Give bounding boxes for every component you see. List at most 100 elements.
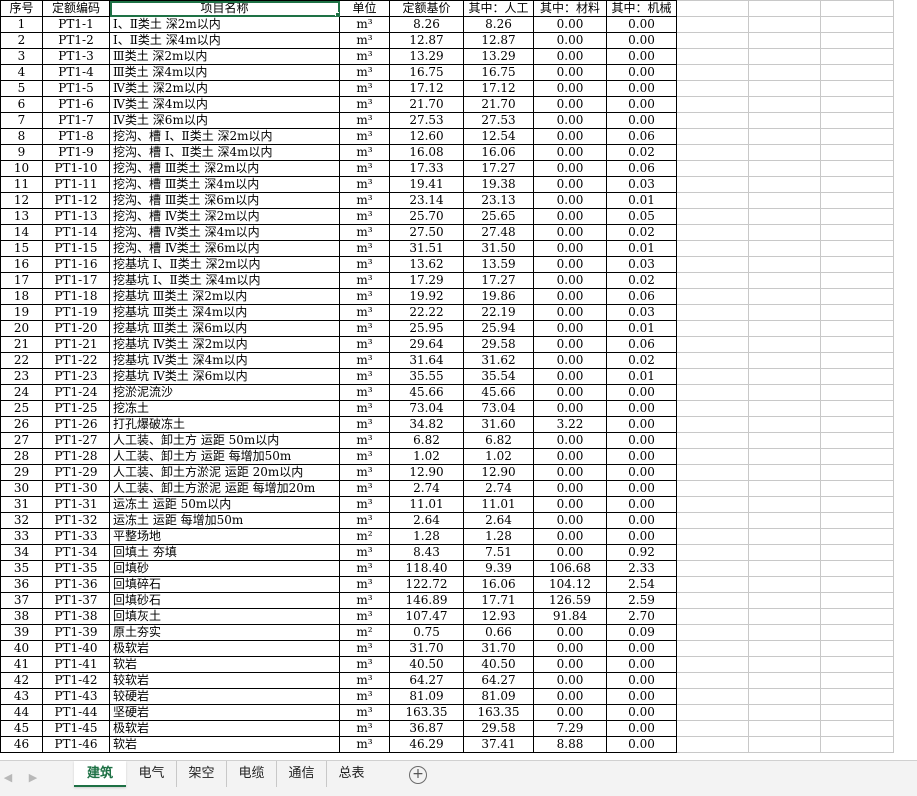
cell-unit[interactable]: m³ (339, 96, 390, 113)
empty-cell[interactable] (820, 560, 894, 577)
cell-labor[interactable]: 13.29 (463, 48, 534, 65)
cell-unit[interactable]: m³ (339, 272, 390, 289)
cell-material[interactable]: 0.00 (533, 240, 607, 257)
cell-labor[interactable]: 19.38 (463, 176, 534, 193)
cell-labor[interactable]: 21.70 (463, 96, 534, 113)
empty-cell[interactable] (820, 528, 894, 545)
empty-cell[interactable] (748, 656, 821, 673)
cell-base-price[interactable]: 27.53 (389, 112, 464, 129)
cell-base-price[interactable]: 12.60 (389, 128, 464, 145)
cell-labor[interactable]: 45.66 (463, 384, 534, 401)
cell-base-price[interactable]: 8.26 (389, 16, 464, 33)
empty-cell[interactable] (748, 528, 821, 545)
cell-base-price[interactable]: 81.09 (389, 688, 464, 705)
empty-cell[interactable] (820, 240, 894, 257)
cell-material[interactable]: 0.00 (533, 176, 607, 193)
cell-unit[interactable]: m³ (339, 288, 390, 305)
cell-labor[interactable]: 35.54 (463, 368, 534, 385)
cell-material[interactable]: 0.00 (533, 80, 607, 97)
cell-code[interactable]: PT1-11 (42, 176, 110, 193)
cell-base-price[interactable]: 6.82 (389, 432, 464, 449)
empty-cell[interactable] (820, 192, 894, 209)
cell-material[interactable]: 0.00 (533, 480, 607, 497)
empty-cell[interactable] (748, 224, 821, 241)
cell-labor[interactable]: 17.12 (463, 80, 534, 97)
empty-cell[interactable] (820, 112, 894, 129)
cell-code[interactable]: PT1-38 (42, 608, 110, 625)
empty-cell[interactable] (820, 0, 894, 17)
cell-labor[interactable]: 12.93 (463, 608, 534, 625)
cell-material[interactable]: 0.00 (533, 688, 607, 705)
empty-cell[interactable] (748, 0, 821, 17)
cell-labor[interactable]: 16.06 (463, 576, 534, 593)
empty-cell[interactable] (676, 544, 749, 561)
empty-cell[interactable] (676, 32, 749, 49)
empty-cell[interactable] (820, 224, 894, 241)
cell-material[interactable]: 0.00 (533, 640, 607, 657)
empty-cell[interactable] (748, 160, 821, 177)
cell-machine[interactable]: 0.02 (606, 224, 677, 241)
cell-code[interactable]: PT1-42 (42, 672, 110, 689)
empty-cell[interactable] (820, 336, 894, 353)
empty-cell[interactable] (820, 736, 894, 753)
cell-code[interactable]: PT1-18 (42, 288, 110, 305)
empty-cell[interactable] (676, 96, 749, 113)
empty-cell[interactable] (748, 352, 821, 369)
cell-unit[interactable]: m³ (339, 512, 390, 529)
empty-cell[interactable] (748, 672, 821, 689)
cell-base-price[interactable]: 23.14 (389, 192, 464, 209)
empty-cell[interactable] (676, 656, 749, 673)
cell-base-price[interactable]: 163.35 (389, 704, 464, 721)
cell-labor[interactable]: 13.59 (463, 256, 534, 273)
cell-material[interactable]: 7.29 (533, 720, 607, 737)
empty-cell[interactable] (676, 592, 749, 609)
cell-material[interactable]: 0.00 (533, 512, 607, 529)
cell-index[interactable]: 28 (0, 448, 43, 465)
cell-name[interactable]: 挖沟、槽 Ⅳ类土 深4m以内 (109, 224, 340, 241)
cell-machine[interactable]: 2.33 (606, 560, 677, 577)
cell-labor[interactable]: 1.28 (463, 528, 534, 545)
empty-cell[interactable] (748, 640, 821, 657)
cell-labor[interactable]: 19.86 (463, 288, 534, 305)
cell-unit[interactable]: m³ (339, 496, 390, 513)
cell-labor[interactable]: 23.13 (463, 192, 534, 209)
cell-unit[interactable]: m³ (339, 352, 390, 369)
cell-base-price[interactable]: 17.12 (389, 80, 464, 97)
empty-cell[interactable] (820, 544, 894, 561)
cell-labor[interactable]: 16.75 (463, 64, 534, 81)
empty-cell[interactable] (748, 144, 821, 161)
empty-cell[interactable] (676, 560, 749, 577)
cell-index[interactable]: 41 (0, 656, 43, 673)
cell-code[interactable]: PT1-46 (42, 736, 110, 753)
empty-cell[interactable] (820, 352, 894, 369)
cell-labor[interactable]: 7.51 (463, 544, 534, 561)
empty-cell[interactable] (820, 96, 894, 113)
cell-unit[interactable]: m³ (339, 480, 390, 497)
cell-material[interactable]: 0.00 (533, 352, 607, 369)
empty-cell[interactable] (676, 64, 749, 81)
cell-machine[interactable]: 0.00 (606, 656, 677, 673)
cell-unit[interactable]: m³ (339, 320, 390, 337)
cell-index[interactable]: 13 (0, 208, 43, 225)
cell-labor[interactable]: 163.35 (463, 704, 534, 721)
cell-name[interactable]: 挖基坑 Ⅲ类土 深4m以内 (109, 304, 340, 321)
empty-cell[interactable] (748, 704, 821, 721)
empty-cell[interactable] (676, 128, 749, 145)
cell-unit[interactable]: m³ (339, 304, 390, 321)
empty-cell[interactable] (820, 384, 894, 401)
empty-cell[interactable] (676, 144, 749, 161)
empty-cell[interactable] (676, 320, 749, 337)
cell-labor[interactable]: 73.04 (463, 400, 534, 417)
header-cell-base-price[interactable]: 定额基价 (389, 0, 464, 17)
cell-machine[interactable]: 0.00 (606, 496, 677, 513)
cell-base-price[interactable]: 29.64 (389, 336, 464, 353)
cell-base-price[interactable]: 25.95 (389, 320, 464, 337)
chevron-left-icon[interactable]: ◀ (2, 771, 14, 785)
cell-base-price[interactable]: 45.66 (389, 384, 464, 401)
cell-index[interactable]: 8 (0, 128, 43, 145)
cell-name[interactable]: 挖基坑 Ⅳ类土 深6m以内 (109, 368, 340, 385)
header-cell-code[interactable]: 定额编码 (42, 0, 110, 17)
cell-code[interactable]: PT1-24 (42, 384, 110, 401)
cell-material[interactable]: 0.00 (533, 144, 607, 161)
empty-cell[interactable] (676, 112, 749, 129)
